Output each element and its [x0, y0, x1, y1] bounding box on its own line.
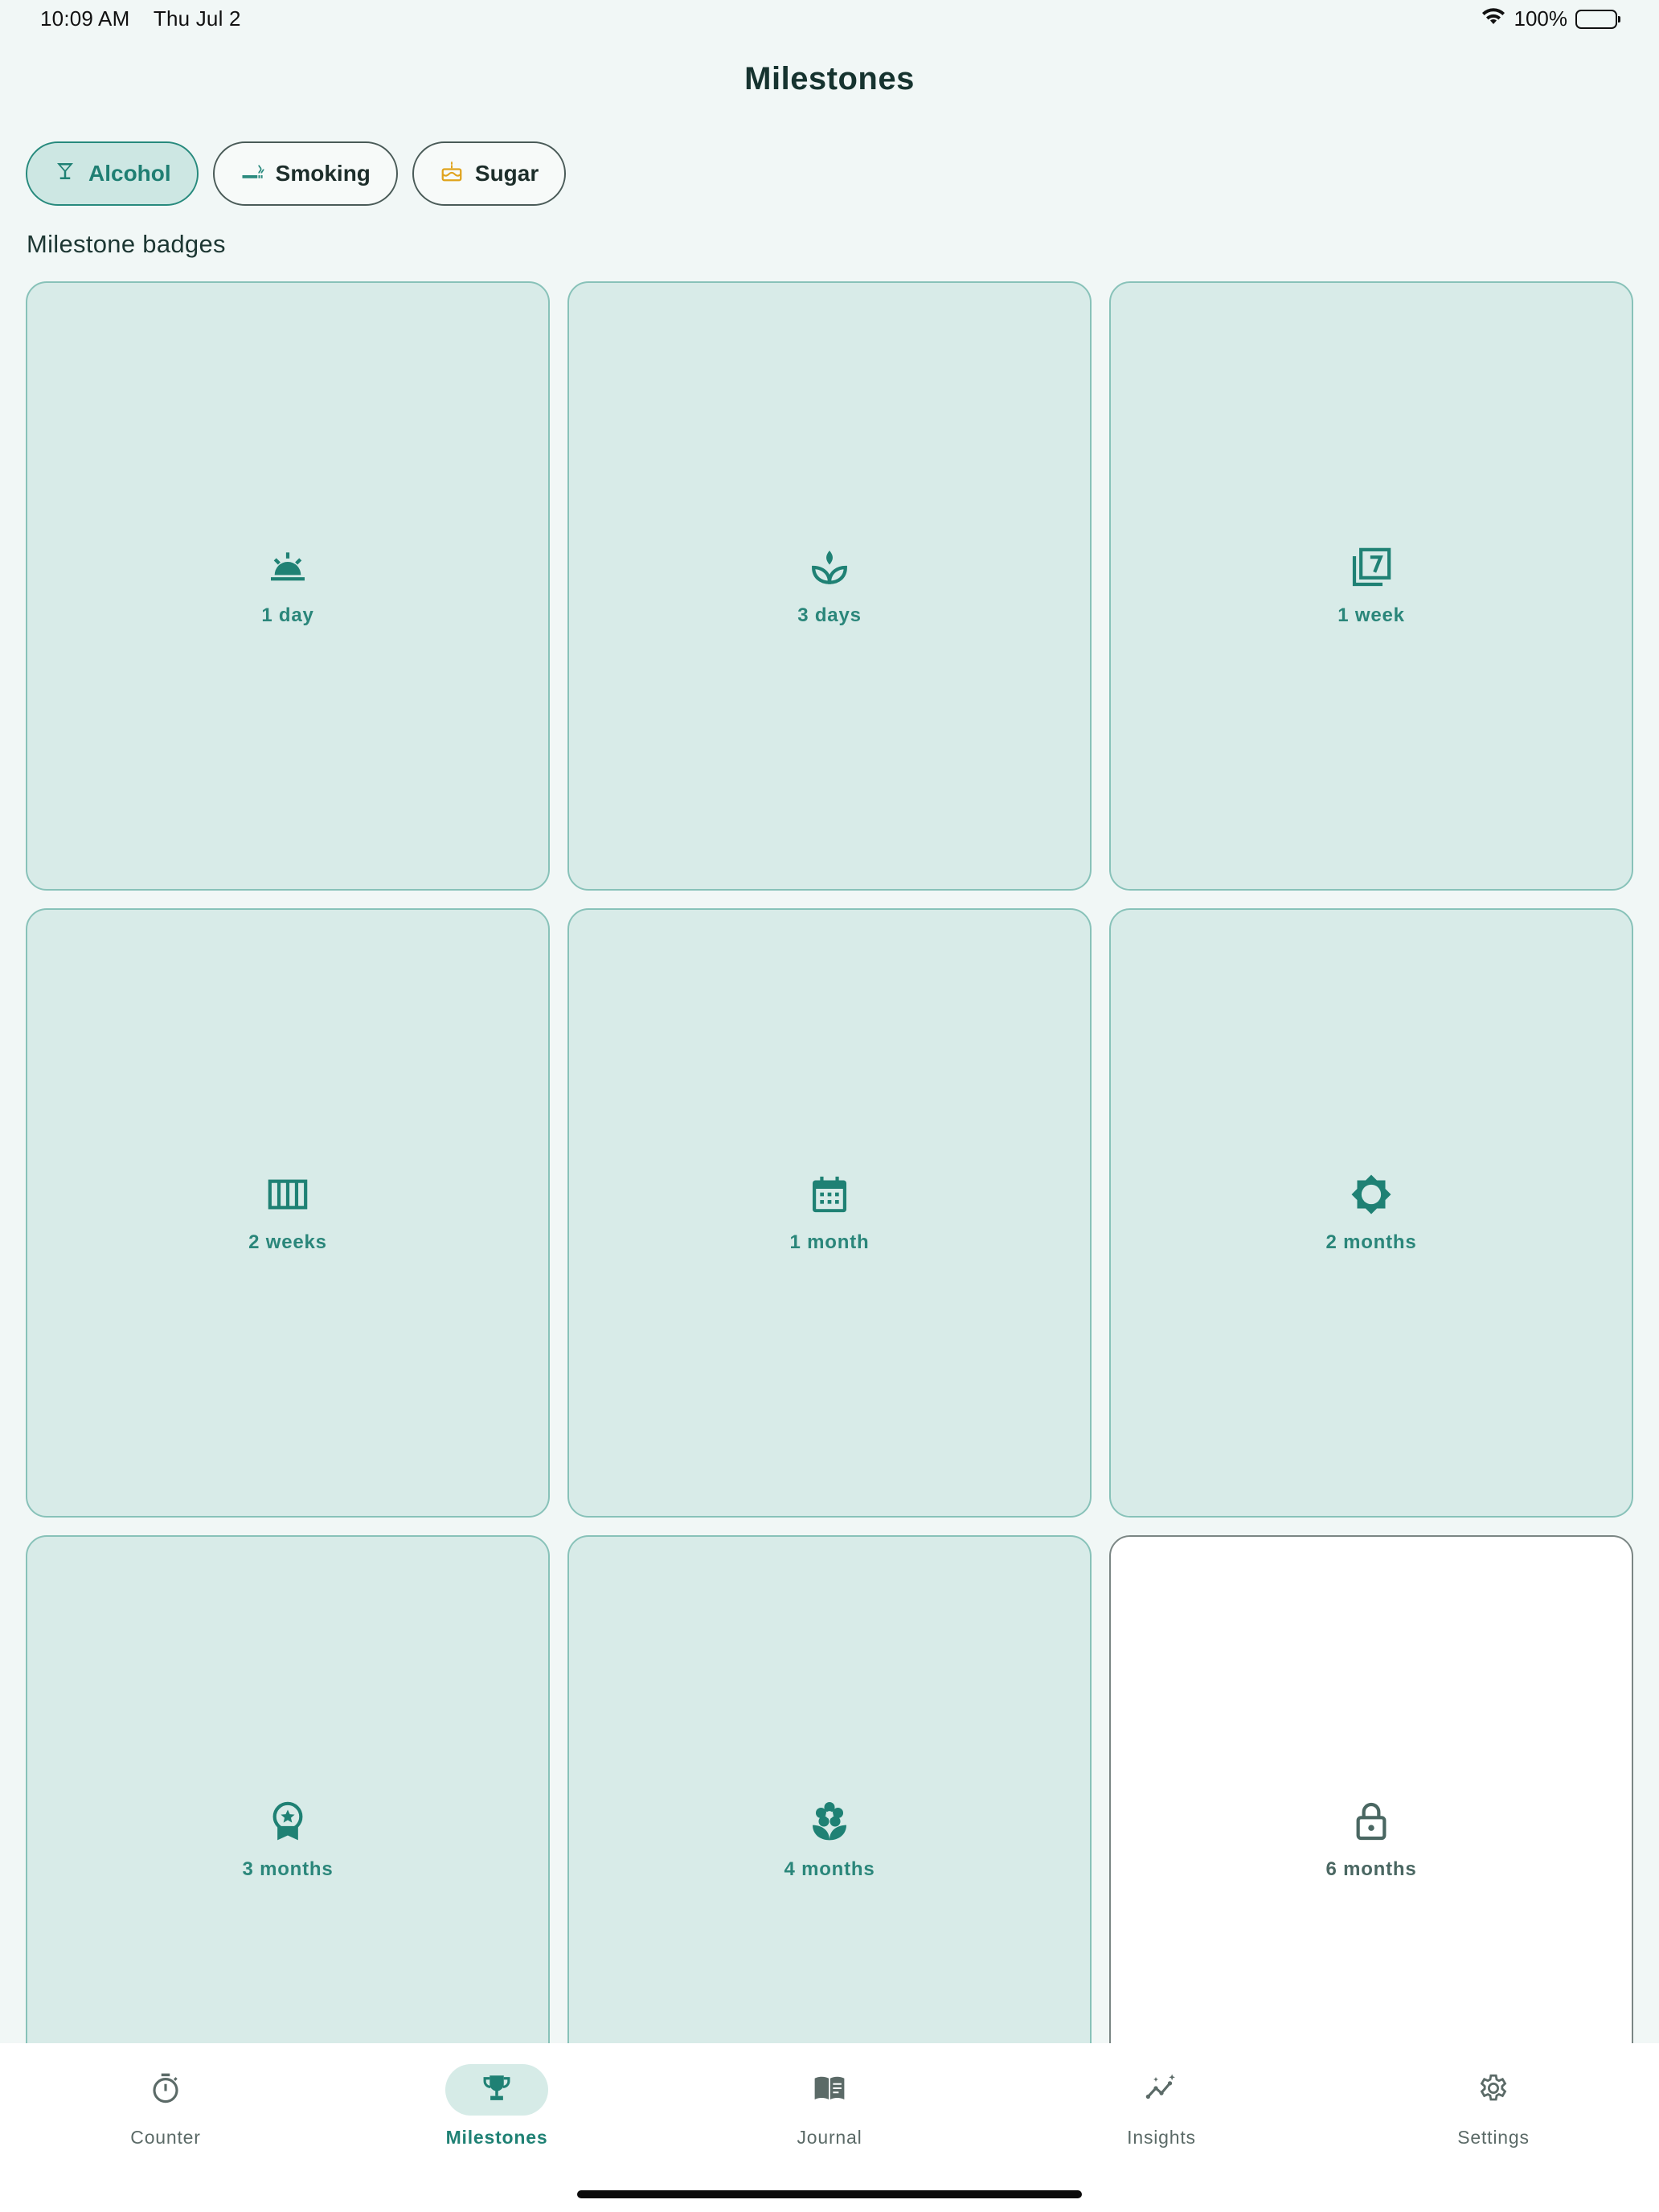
badge-label: 1 month [789, 1231, 870, 1253]
badge-card-1-week[interactable]: 1 week [1109, 281, 1633, 891]
badge-card-1-day[interactable]: 1 day [26, 281, 550, 891]
status-time: 10:09 AM [40, 6, 130, 31]
award-ribbon-icon [265, 1799, 310, 1844]
trophy-icon [480, 2071, 514, 2109]
badge-card-6-months[interactable]: 6 months [1109, 1535, 1633, 2043]
tab-label: Insights [1127, 2127, 1196, 2148]
chip-label: Smoking [275, 161, 371, 186]
status-right: 100% [1481, 6, 1620, 31]
chip-label: Alcohol [88, 161, 171, 186]
page-title: Milestones [744, 61, 915, 96]
badge-label: 4 months [784, 1858, 875, 1880]
tab-label: Counter [130, 2127, 201, 2148]
substance-filter-chips: Alcohol Smoking Sugar [26, 141, 567, 206]
timer-icon [149, 2071, 182, 2109]
battery-percent: 100% [1514, 6, 1568, 31]
milestone-badge-grid: 1 day 3 days 1 week 2 weeks 1 month 2 mo… [26, 281, 1633, 2043]
status-bar: 10:09 AM Thu Jul 2 100% [0, 0, 1659, 39]
wifi-icon [1481, 6, 1506, 31]
tab-milestones[interactable]: Milestones [400, 2064, 593, 2161]
badge-label: 3 months [242, 1858, 334, 1880]
tab-pill [1442, 2064, 1545, 2116]
filter-7-icon [1349, 545, 1394, 590]
tab-insights[interactable]: Insights [1065, 2064, 1258, 2161]
chip-label: Sugar [474, 161, 539, 186]
status-left: 10:09 AM Thu Jul 2 [40, 6, 241, 31]
calendar-month-icon [807, 1172, 852, 1217]
chip-alcohol[interactable]: Alcohol [26, 141, 199, 206]
home-indicator[interactable] [577, 2190, 1082, 2198]
badge-card-4-months[interactable]: 4 months [567, 1535, 1092, 2043]
badge-label: 6 months [1325, 1858, 1417, 1880]
badge-label: 2 months [1325, 1231, 1417, 1253]
badge-label: 1 day [261, 604, 314, 626]
sprout-icon [807, 545, 852, 590]
sunrise-icon [265, 545, 310, 590]
lock-icon [1349, 1799, 1394, 1844]
status-date: Thu Jul 2 [153, 6, 241, 31]
badge-card-1-month[interactable]: 1 month [567, 908, 1092, 1518]
book-icon [813, 2071, 846, 2109]
cigarette-icon [240, 159, 264, 189]
badge-card-2-weeks[interactable]: 2 weeks [26, 908, 550, 1518]
chip-smoking[interactable]: Smoking [212, 141, 398, 206]
badge-label: 3 days [797, 604, 862, 626]
cake-icon [440, 159, 464, 189]
tab-pill [445, 2064, 548, 2116]
brightness-icon [1349, 1172, 1394, 1217]
flower-icon [807, 1799, 852, 1844]
tab-label: Milestones [445, 2127, 548, 2148]
calendar-view-week-icon [265, 1172, 310, 1217]
insights-icon [1145, 2071, 1178, 2109]
bottom-tab-bar: Counter Milestones Journal Insights Sett… [0, 2043, 1659, 2212]
cocktail-glass-icon [53, 159, 77, 189]
badge-card-3-days[interactable]: 3 days [567, 281, 1092, 891]
tab-counter[interactable]: Counter [69, 2064, 262, 2161]
tab-journal[interactable]: Journal [733, 2064, 926, 2161]
tab-label: Journal [797, 2127, 862, 2148]
badge-card-3-months[interactable]: 3 months [26, 1535, 550, 2043]
tab-pill [1110, 2064, 1213, 2116]
badge-label: 1 week [1337, 604, 1405, 626]
badge-label: 2 weeks [248, 1231, 327, 1253]
badge-card-2-months[interactable]: 2 months [1109, 908, 1633, 1518]
section-label: Milestone badges [27, 230, 226, 258]
chip-sugar[interactable]: Sugar [412, 141, 567, 206]
battery-icon [1575, 9, 1620, 29]
tab-pill [114, 2064, 217, 2116]
tab-label: Settings [1457, 2127, 1530, 2148]
tab-pill [778, 2064, 881, 2116]
gear-icon [1477, 2071, 1510, 2109]
tab-settings[interactable]: Settings [1397, 2064, 1590, 2161]
